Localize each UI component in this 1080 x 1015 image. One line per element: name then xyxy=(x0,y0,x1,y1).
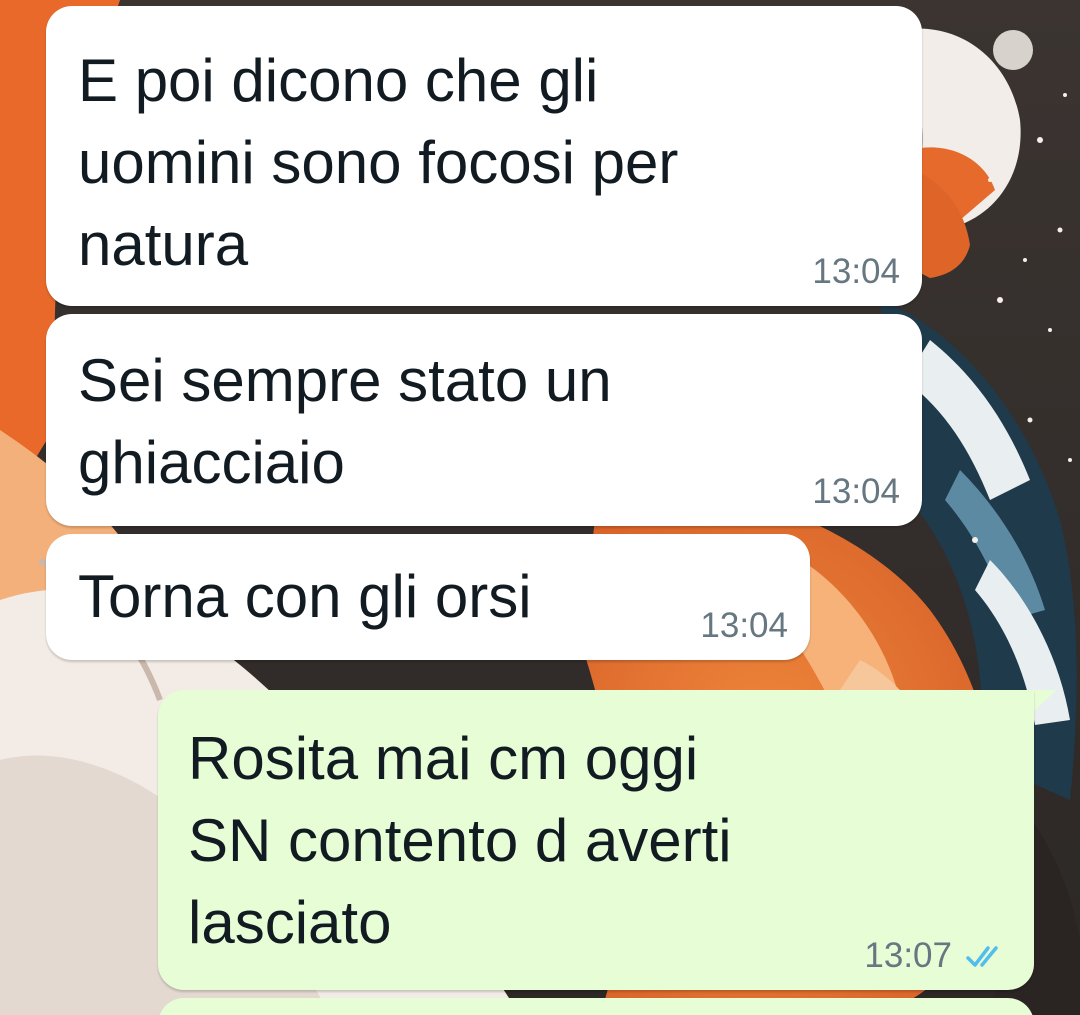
message-timestamp: 13:04 xyxy=(812,252,900,291)
message-bubble-incoming[interactable]: Sei sempre stato un ghiacciaio 13:04 xyxy=(46,314,922,526)
message-bubble-incoming[interactable]: Torna con gli orsi 13:04 xyxy=(46,534,810,660)
message-text: Rosita mai cm oggi SN contento d averti … xyxy=(188,725,732,956)
message-timestamp: 13:07 xyxy=(864,936,952,975)
message-text: Sei sempre stato un ghiacciaio xyxy=(78,347,612,496)
message-text: E poi dicono che gli uomini sono focosi … xyxy=(78,47,679,278)
double-check-read-icon xyxy=(966,946,998,967)
message-bubble-outgoing-partial[interactable] xyxy=(158,998,1034,1015)
message-bubble-incoming[interactable]: E poi dicono che gli uomini sono focosi … xyxy=(46,6,922,306)
message-timestamp: 13:04 xyxy=(700,606,788,645)
message-text: Torna con gli orsi xyxy=(78,563,532,630)
message-timestamp: 13:04 xyxy=(812,472,900,511)
message-bubble-outgoing[interactable]: Rosita mai cm oggi SN contento d averti … xyxy=(158,690,1034,990)
